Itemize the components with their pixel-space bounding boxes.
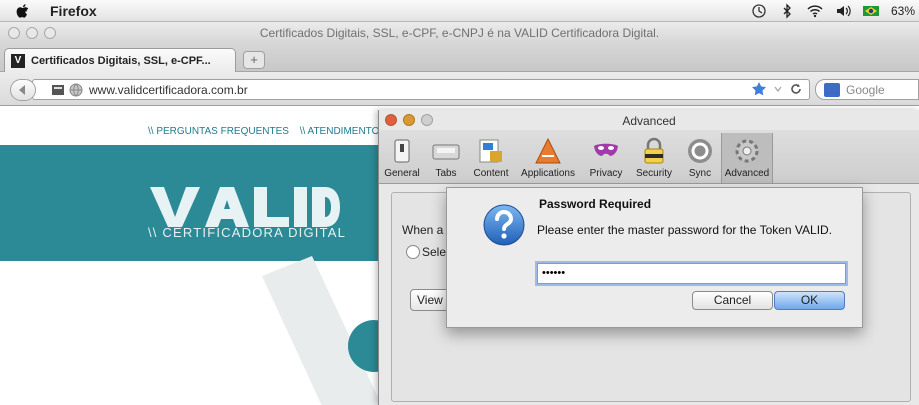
brazil-flag-icon[interactable] [862,3,879,19]
tabs-icon [432,144,460,160]
bluetooth-icon[interactable] [779,3,795,19]
padlock-icon [644,137,664,164]
bookmark-star-icon[interactable] [751,81,767,97]
search-bar[interactable]: Google [815,79,919,100]
master-password-field[interactable]: •••••• [537,263,846,284]
pref-tab-security[interactable]: Security [631,133,677,183]
applications-icon [535,137,561,164]
battery-percentage[interactable]: 63% [891,4,915,18]
brand-subtitle: \\ CERTIFICADORA DIGITAL [148,225,347,240]
browser-titlebar: Certificados Digitais, SSL, e-CPF, e-CNP… [0,22,919,44]
url-actions [751,81,803,97]
back-button[interactable] [10,79,36,101]
history-dropdown-icon[interactable] [773,81,783,97]
pref-tab-content[interactable]: Content [469,133,513,183]
ok-button[interactable]: OK [774,291,845,310]
globe-icon [69,83,83,96]
dialog-title: Password Required [539,197,652,211]
sync-icon [688,139,712,163]
certificate-selection-label: When a [402,223,444,237]
search-placeholder: Google [846,82,885,97]
nav-link-atendimento[interactable]: \\ ATENDIMENTO [300,126,380,137]
pref-tab-tabs[interactable]: Tabs [427,133,465,183]
bookmarks-icon[interactable] [51,84,65,96]
back-arrow-icon [19,85,25,95]
tab-title: Certificados Digitais, SSL, e-CPF... [31,54,211,67]
new-tab-button[interactable]: + [243,51,265,69]
gear-icon [735,139,759,163]
reload-icon[interactable] [789,81,803,97]
cancel-button[interactable]: Cancel [692,291,773,310]
status-menu-area: 63% [751,0,919,22]
question-icon [483,204,525,246]
switch-icon [394,139,410,163]
pref-tab-general[interactable]: General [381,133,423,183]
volume-icon[interactable] [835,3,851,19]
mask-icon [594,143,618,156]
preferences-titlebar: Advanced [379,110,919,130]
window-title: Certificados Digitais, SSL, e-CPF, e-CNP… [259,26,660,40]
tab-bar: V Certificados Digitais, SSL, e-CPF... + [0,44,919,72]
pref-tab-privacy[interactable]: Privacy [584,133,628,183]
time-machine-icon[interactable] [751,3,767,19]
google-engine-icon[interactable] [824,82,840,97]
app-menu-firefox[interactable]: Firefox [50,3,97,19]
url-text: www.validcertificadora.com.br [89,82,248,97]
select-automatically-label: Sele [422,245,447,259]
wifi-icon[interactable] [807,3,823,19]
pref-tab-applications[interactable]: Applications [515,133,581,183]
view-certificates-button[interactable]: View [410,289,450,311]
url-bar[interactable]: www.validcertificadora.com.br [32,79,810,100]
valid-favicon-icon: V [11,53,25,68]
content-icon [479,139,502,163]
site-top-nav: \\ PERGUNTAS FREQUENTES \\ ATENDIMENTO [148,126,387,137]
browser-tab[interactable]: V Certificados Digitais, SSL, e-CPF... [4,48,236,72]
nav-link-faq[interactable]: \\ PERGUNTAS FREQUENTES [148,126,289,137]
mac-menu-bar: Firefox 63% [0,0,919,22]
decorative-v-shape [262,256,382,405]
preferences-toolbar: General Tabs Content Applications Privac… [379,130,919,184]
valid-logo[interactable] [150,187,340,227]
select-automatically-radio[interactable] [406,245,420,259]
navigation-toolbar: www.validcertificadora.com.br Google [0,72,919,106]
preferences-title: Advanced [622,114,676,128]
pref-tab-advanced[interactable]: Advanced [721,133,773,183]
url-icons [51,83,83,97]
apple-icon[interactable] [16,3,30,19]
password-required-dialog: Password Required Please enter the maste… [446,187,863,328]
dialog-message: Please enter the master password for the… [537,223,833,237]
pref-tab-sync[interactable]: Sync [682,133,718,183]
